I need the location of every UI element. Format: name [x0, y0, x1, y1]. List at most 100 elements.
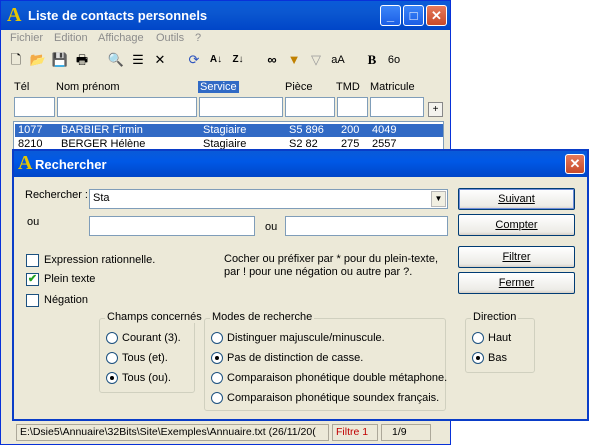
- direction-group: Direction Haut Bas: [465, 311, 535, 373]
- count-button[interactable]: Compter: [458, 214, 575, 236]
- filter-button[interactable]: Filtrer: [458, 246, 575, 268]
- list-icon[interactable]: ☰: [129, 51, 147, 69]
- filter-matricule[interactable]: [370, 97, 424, 117]
- direction-option-down[interactable]: Bas: [488, 352, 507, 364]
- bold-icon[interactable]: B: [363, 51, 381, 69]
- search-label: Rechercher :: [25, 189, 88, 201]
- col-piece[interactable]: Pièce: [285, 81, 313, 93]
- regex-label[interactable]: Expression rationnelle.: [44, 254, 155, 266]
- search-value: Sta: [93, 192, 110, 204]
- menu-affichage[interactable]: Affichage: [98, 32, 144, 44]
- menu-help[interactable]: ?: [195, 32, 201, 44]
- dialog-title-bar[interactable]: A Rechercher ✕: [14, 151, 587, 177]
- menu-outils[interactable]: Outils: [156, 32, 184, 44]
- filter-nom[interactable]: [57, 97, 197, 117]
- save-icon[interactable]: 💾: [51, 51, 69, 69]
- ou-label: ou: [27, 216, 40, 228]
- contacts-grid[interactable]: 1077 BARBIER Firmin Stagiaire S5 896 200…: [13, 121, 444, 151]
- main-window-title: Liste de contacts personnels: [28, 8, 208, 23]
- next-button-label: Suivant: [498, 193, 535, 205]
- close-button-label: Fermer: [498, 277, 535, 289]
- fields-option-all-or[interactable]: Tous (ou).: [122, 372, 171, 384]
- new-icon[interactable]: 🗋: [7, 51, 25, 69]
- or-field-1[interactable]: [89, 216, 255, 236]
- maximize-button[interactable]: □: [403, 5, 424, 26]
- search-combobox[interactable]: Sta ▼: [89, 189, 448, 209]
- filter-button-label: Filtrer: [502, 251, 531, 263]
- fields-option-all-and[interactable]: Tous (et).: [122, 352, 168, 364]
- filter-off-icon[interactable]: ▽: [307, 51, 325, 69]
- case-icon[interactable]: aA: [329, 51, 347, 69]
- ou-label-2: ou: [265, 221, 278, 233]
- direction-option-up[interactable]: Haut: [488, 332, 511, 344]
- app-icon: A: [7, 4, 22, 26]
- filter-tmd[interactable]: [337, 97, 368, 117]
- direction-group-title: Direction: [471, 311, 519, 323]
- open-icon[interactable]: 📂: [29, 51, 47, 69]
- col-tmd[interactable]: TMD: [336, 81, 360, 93]
- status-page: 1/9: [381, 424, 431, 441]
- dialog-close-button[interactable]: ✕: [565, 154, 585, 174]
- col-matricule[interactable]: Matricule: [370, 81, 415, 93]
- modes-group: Modes de recherche Distinguer majuscule/…: [204, 311, 447, 411]
- main-title-bar[interactable]: A Liste de contacts personnels _ □ ✕: [1, 1, 450, 30]
- mode-option-metaphone[interactable]: Comparaison phonétique double métaphone.: [227, 372, 447, 384]
- search-dialog: A Rechercher ✕ Rechercher : Sta ▼ ou ou …: [12, 149, 589, 421]
- filter-service[interactable]: [199, 97, 283, 117]
- col-tel[interactable]: Tél: [14, 81, 29, 93]
- mode-radio-case[interactable]: [211, 332, 223, 344]
- print-icon[interactable]: 🖶: [73, 51, 91, 69]
- cell-piece: S5 896: [289, 124, 324, 136]
- or-field-2[interactable]: [285, 216, 448, 236]
- direction-radio-down[interactable]: [472, 352, 484, 364]
- filter-piece[interactable]: [285, 97, 335, 117]
- fulltext-label[interactable]: Plein texte: [44, 273, 95, 285]
- sort-desc-icon[interactable]: Z↓: [229, 51, 247, 69]
- col-nom[interactable]: Nom prénom: [56, 81, 120, 93]
- menu-bar: Fichier Edition Affichage Outils ?: [1, 30, 450, 48]
- cell-matricule: 4049: [372, 124, 397, 136]
- main-close-button[interactable]: ✕: [426, 5, 447, 26]
- cell-tmd: 200: [341, 124, 360, 136]
- close-button[interactable]: Fermer: [458, 272, 575, 294]
- mode-radio-soundex[interactable]: [211, 392, 223, 404]
- fulltext-checkbox[interactable]: ✔: [26, 273, 39, 286]
- glasses-icon[interactable]: 6o: [385, 51, 403, 69]
- chevron-down-icon[interactable]: ▼: [431, 191, 446, 207]
- fields-radio-all-and[interactable]: [106, 352, 118, 364]
- table-row[interactable]: 1077 BARBIER Firmin Stagiaire S5 896 200…: [15, 124, 443, 137]
- sort-asc-icon[interactable]: A↓: [207, 51, 225, 69]
- mode-radio-nocase[interactable]: [211, 352, 223, 364]
- direction-radio-up[interactable]: [472, 332, 484, 344]
- mode-option-soundex[interactable]: Comparaison phonétique soundex français.: [227, 392, 439, 404]
- refresh-icon[interactable]: ⟳: [185, 51, 203, 69]
- zoom-icon[interactable]: 🔍: [107, 51, 125, 69]
- negation-label[interactable]: Négation: [44, 294, 88, 306]
- toolbar: 🗋 📂 💾 🖶 🔍 ☰ ✕ ⟳ A↓ Z↓ ∞ ▼ ▽ aA B 6o: [7, 51, 447, 71]
- binoculars-icon[interactable]: ∞: [263, 51, 281, 69]
- mode-radio-metaphone[interactable]: [211, 372, 223, 384]
- col-service[interactable]: Service: [198, 81, 239, 93]
- cell-tel: 1077: [18, 124, 43, 136]
- fields-group-title: Champs concernés: [105, 311, 204, 323]
- delete-icon[interactable]: ✕: [151, 51, 169, 69]
- menu-fichier[interactable]: Fichier: [10, 32, 43, 44]
- add-filter-button[interactable]: +: [428, 102, 443, 117]
- next-button[interactable]: Suivant: [458, 188, 575, 210]
- menu-edition[interactable]: Edition: [54, 32, 88, 44]
- filter-icon[interactable]: ▼: [285, 51, 303, 69]
- fields-radio-all-or[interactable]: [106, 372, 118, 384]
- regex-checkbox[interactable]: [26, 254, 39, 267]
- negation-checkbox[interactable]: [26, 294, 39, 307]
- cell-service: Stagiaire: [203, 124, 247, 136]
- status-filter: Filtre 1: [332, 424, 378, 441]
- fields-option-current[interactable]: Courant (3).: [122, 332, 181, 344]
- count-button-label: Compter: [495, 219, 538, 231]
- minimize-button[interactable]: _: [380, 5, 401, 26]
- fields-radio-current[interactable]: [106, 332, 118, 344]
- mode-option-nocase[interactable]: Pas de distinction de casse.: [227, 352, 363, 364]
- mode-option-case[interactable]: Distinguer majuscule/minuscule.: [227, 332, 385, 344]
- fields-group: Champs concernés Courant (3). Tous (et).…: [99, 311, 204, 393]
- filter-tel[interactable]: [14, 97, 55, 117]
- status-path: E:\Dsie5\Annuaire\32Bits\Site\Exemples\A…: [16, 424, 329, 441]
